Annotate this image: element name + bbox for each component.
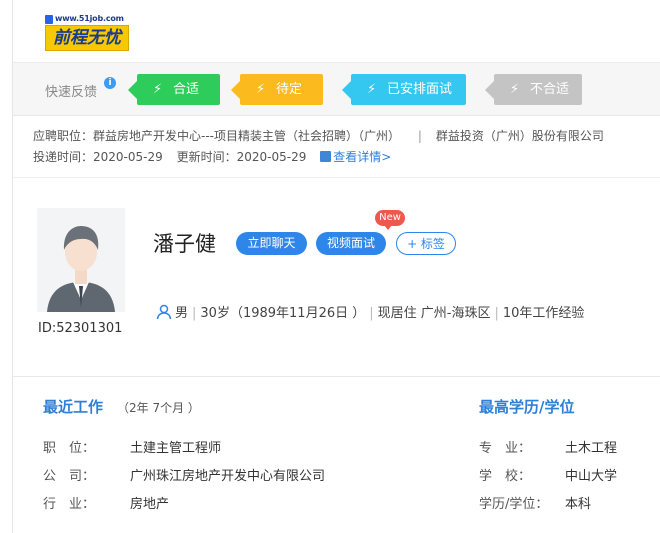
- candidate-meta: 男 | 30岁（1989年11月26日 ） | 现居住 广州-海珠区 | 10年工作经验: [156, 302, 584, 321]
- video-interview-button[interactable]: 视频面试: [316, 232, 386, 255]
- add-tag-button[interactable]: + 标签: [396, 232, 456, 255]
- apply-time-label: 投递时间：: [33, 150, 94, 164]
- work-company-row: 公 司： 广州珠江房地产开发中心有限公司: [43, 465, 325, 484]
- feedback-unsuitable-label: 不合适: [530, 82, 570, 97]
- logo-brand-text: 前程无忧: [45, 25, 129, 51]
- details-icon: [320, 151, 332, 162]
- bolt-icon: ⚡: [510, 82, 520, 97]
- work-company-label: 公 司：: [43, 469, 96, 484]
- work-position-value: 土建主管工程师: [130, 441, 222, 456]
- application-info: 应聘职位：群益房地产开发中心---项目精装主管（社会招聘）（广州） | 群益投资（…: [13, 116, 660, 178]
- candidate-name: 潘子健: [153, 232, 216, 256]
- residence: 现居住 广州-海珠区: [377, 306, 491, 321]
- age: 30岁（1989年11月26日 ）: [200, 306, 366, 321]
- person-icon: [156, 304, 172, 320]
- new-badge: New: [375, 210, 405, 230]
- candidate-id: ID:52301301: [38, 321, 123, 336]
- edu-major-label: 专 业：: [479, 441, 532, 456]
- feedback-pending-label: 待定: [276, 82, 303, 97]
- work-position-label: 职 位：: [43, 441, 96, 456]
- bolt-icon: ⚡: [367, 82, 377, 97]
- feedback-unsuitable-button[interactable]: ⚡ 不合适: [485, 74, 582, 105]
- bolt-icon: ⚡: [256, 82, 266, 97]
- hand-icon: [45, 15, 53, 24]
- edu-major-value: 土木工程: [565, 441, 618, 456]
- time-line: 投递时间：2020-05-29 更新时间：2020-05-29 查看详情>: [33, 148, 391, 165]
- feedback-suitable-button[interactable]: ⚡ 合适: [128, 74, 220, 105]
- company-value: 群益投资（广州）股份有限公司: [435, 129, 604, 143]
- chat-now-button[interactable]: 立即聊天: [236, 232, 307, 255]
- education-title: 最高学历/学位: [479, 398, 575, 416]
- feedback-interview-label: 已安排面试: [387, 82, 453, 97]
- header-bar: www.51job.com 前程无忧: [13, 0, 660, 63]
- info-icon[interactable]: i: [104, 77, 116, 89]
- work-industry-row: 行 业： 房地产: [43, 493, 169, 512]
- logo-url-text: www.51job.com: [55, 14, 124, 23]
- work-industry-value: 房地产: [130, 497, 170, 512]
- position-value: 群益房地产开发中心---项目精装主管（社会招聘）（广州）: [93, 129, 401, 143]
- candidate-profile: ID:52301301 潘子健 立即聊天 视频面试 New + 标签 男 | 30岁…: [13, 178, 660, 377]
- avatar: [37, 208, 125, 312]
- edu-school-row: 学 校： 中山大学: [479, 465, 617, 484]
- applied-position-line: 应聘职位：群益房地产开发中心---项目精装主管（社会招聘）（广州） | 群益投资（…: [33, 127, 604, 144]
- quick-feedback-label: 快速反馈: [45, 85, 98, 100]
- position-label: 应聘职位：: [33, 129, 94, 143]
- work-company-value: 广州珠江房地产开发中心有限公司: [130, 469, 326, 484]
- gender: 男: [175, 306, 189, 321]
- quick-feedback-bar: 快速反馈 i ⚡ 合适 ⚡ 待定 ⚡ 已安排面试 ⚡ 不合适: [13, 63, 660, 116]
- edu-degree-value: 本科: [565, 497, 592, 512]
- edu-school-value: 中山大学: [565, 469, 618, 484]
- view-details-link[interactable]: 查看详情>: [320, 150, 391, 164]
- update-time-value: 2020-05-29: [236, 150, 307, 164]
- apply-time-value: 2020-05-29: [93, 150, 163, 164]
- edu-degree-row: 学历/学位： 本科: [479, 493, 591, 512]
- edu-degree-label: 学历/学位：: [479, 497, 549, 512]
- work-position-row: 职 位： 土建主管工程师: [43, 437, 221, 456]
- feedback-pending-button[interactable]: ⚡ 待定: [231, 74, 323, 105]
- bolt-icon: ⚡: [153, 82, 163, 97]
- recent-work-duration: （2年 7个月 ）: [117, 401, 200, 415]
- experience: 10年工作经验: [502, 306, 585, 321]
- divider: |: [417, 129, 422, 143]
- resume-panel: www.51job.com 前程无忧 快速反馈 i ⚡ 合适 ⚡ 待定 ⚡ 已安…: [12, 0, 660, 533]
- avatar-placeholder-icon: [37, 208, 125, 312]
- feedback-suitable-label: 合适: [173, 82, 200, 97]
- feedback-interview-button[interactable]: ⚡ 已安排面试: [342, 74, 466, 105]
- update-time-label: 更新时间：: [176, 150, 237, 164]
- edu-major-row: 专 业： 土木工程: [479, 437, 617, 456]
- recent-work-title: 最近工作: [43, 398, 104, 416]
- work-industry-label: 行 业：: [43, 497, 96, 512]
- view-details-label: 查看详情>: [333, 150, 392, 164]
- edu-school-label: 学 校：: [479, 469, 532, 484]
- brand-logo[interactable]: www.51job.com 前程无忧: [45, 14, 129, 54]
